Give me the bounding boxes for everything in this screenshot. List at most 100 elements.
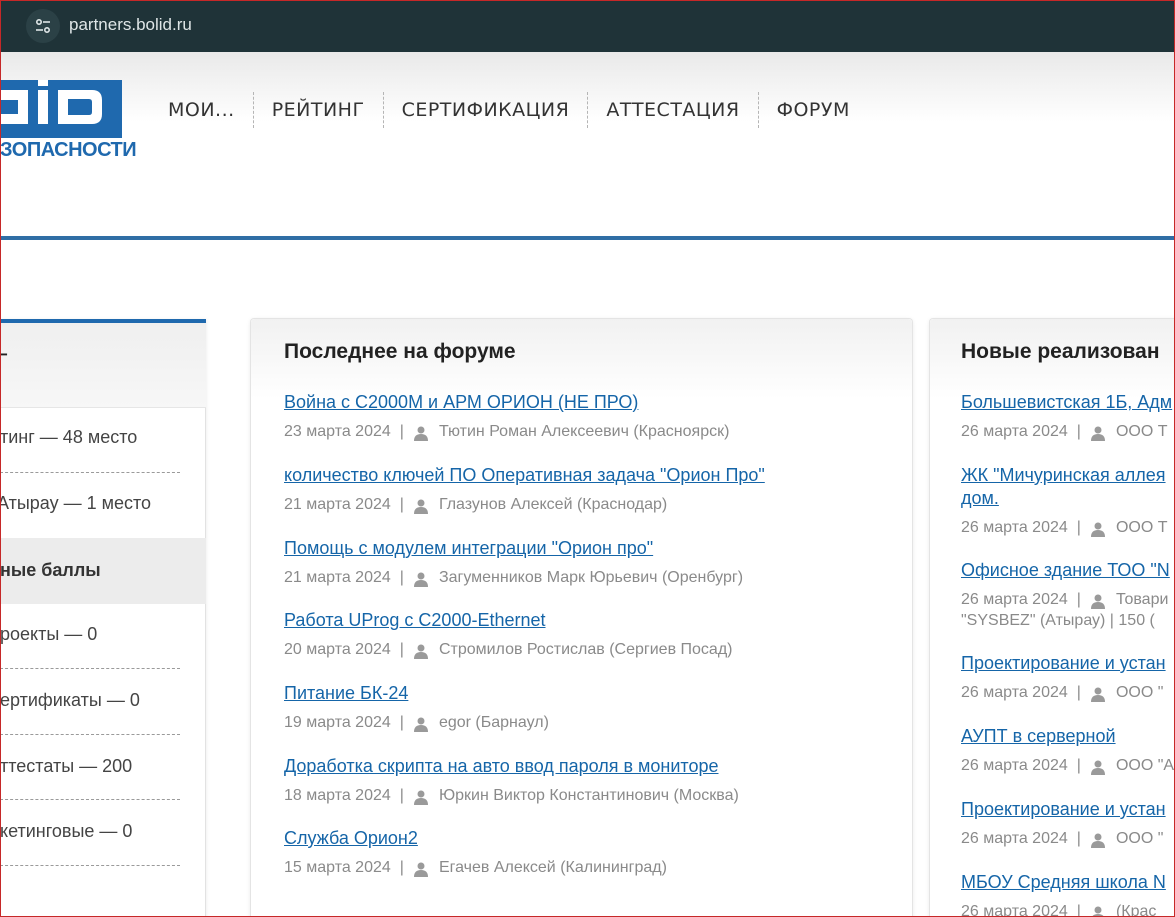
project-link[interactable]: АУПТ в серверной	[961, 725, 1174, 748]
project-item: ЖК "Мичуринская аллея дом. 26 марта 2024…	[961, 464, 1168, 537]
url-field[interactable]: partners.bolid.ru	[69, 15, 192, 35]
project-author: ООО Т	[1115, 423, 1168, 440]
project-author: ООО "	[1115, 830, 1164, 847]
rating-panel: Г тинг — 48 место Атырау — 1 место ные б…	[0, 319, 206, 917]
logo-mark	[0, 80, 102, 124]
post-date: 26 марта 2024	[961, 684, 1068, 701]
project-link[interactable]: ЖК "Мичуринская аллея	[961, 464, 1168, 487]
panel-header: Г	[0, 323, 206, 408]
project-item: АУПТ в серверной 26 марта 2024 | ООО "А	[961, 725, 1175, 775]
points-row: ертификаты — 0	[0, 690, 140, 710]
post-author: Загуменников Марк Юрьевич (Оренбург)	[438, 569, 744, 586]
user-icon	[1090, 594, 1105, 609]
project-item: Проектирование и устан 26 марта 2024 | О…	[961, 798, 1166, 848]
project-link[interactable]: Проектирование и устан	[961, 652, 1166, 675]
forum-item: Питание БК-24 19 марта 2024 | egor (Барн…	[284, 682, 549, 732]
forum-topic-link[interactable]: Питание БК-24	[284, 682, 549, 705]
project-author: (Крас	[1115, 903, 1157, 917]
site-header	[0, 52, 1175, 238]
points-row: кетинговые — 0	[0, 821, 133, 841]
logo-tagline: ЗОПАСНОСТИ	[0, 139, 137, 161]
user-icon	[1091, 906, 1105, 917]
post-author: Егачев Алексей (Калининград)	[438, 859, 667, 876]
user-icon	[413, 790, 428, 805]
user-icon	[1090, 426, 1105, 441]
user-icon	[413, 717, 428, 732]
implemented-title: Новые реализован	[961, 340, 1160, 363]
project-author: ООО Т	[1115, 519, 1168, 536]
post-author: Глазунов Алексей (Краснодар)	[438, 496, 668, 513]
site-info-button[interactable]	[26, 9, 60, 43]
forum-topic-link[interactable]: Доработка скрипта на авто ввод пароля в …	[284, 755, 739, 778]
post-date: 26 марта 2024	[961, 903, 1068, 917]
forum-topic-link[interactable]: Служба Орион2	[284, 827, 667, 850]
forum-topic-link[interactable]: Война с С2000М и АРМ ОРИОН (НЕ ПРО)	[284, 391, 729, 414]
row-divider	[0, 472, 180, 473]
logo[interactable]	[0, 80, 122, 138]
project-link[interactable]: МБОУ Средняя школа N	[961, 871, 1166, 894]
forum-item: количество ключей ПО Оперативная задача …	[284, 464, 765, 514]
post-date: 26 марта 2024	[961, 830, 1068, 847]
post-date: 19 марта 2024	[284, 714, 391, 731]
user-icon	[413, 499, 428, 514]
post-date: 26 марта 2024	[961, 423, 1068, 440]
points-section-header: ные баллы	[0, 538, 206, 604]
post-author: Стромилов Ростислав (Сергиев Посад)	[438, 641, 733, 658]
row-divider	[0, 799, 180, 800]
card-header: Новые реализован	[930, 319, 1175, 399]
project-link[interactable]: Большевистская 1Б, Адм	[961, 391, 1172, 414]
forum-card: Последнее на форуме Война с С2000М и АРМ…	[250, 318, 913, 917]
user-icon	[1090, 687, 1105, 702]
forum-item: Помощь с модулем интеграции "Орион про" …	[284, 537, 744, 587]
post-date: 26 марта 2024	[961, 757, 1068, 774]
post-author: Юркин Виктор Константинович (Москва)	[438, 787, 739, 804]
user-icon	[1090, 760, 1105, 775]
user-icon	[1090, 833, 1105, 848]
project-author: ООО "А	[1115, 757, 1175, 774]
user-icon	[1090, 522, 1105, 537]
nav-attestation[interactable]: АТТЕСТАЦИЯ	[587, 92, 757, 128]
project-link-cont[interactable]: дом.	[961, 487, 1168, 510]
nav-forum[interactable]: ФОРУМ	[757, 92, 868, 128]
project-link[interactable]: Офисное здание ТОО "N	[961, 559, 1170, 582]
project-author: Товари	[1115, 591, 1169, 608]
nav-certification[interactable]: СЕРТИФИКАЦИЯ	[382, 92, 588, 128]
nav-my[interactable]: МОИ...	[150, 92, 253, 128]
nav-rating[interactable]: РЕЙТИНГ	[252, 92, 383, 128]
row-divider	[0, 734, 180, 735]
forum-topic-link[interactable]: Помощь с модулем интеграции "Орион про"	[284, 537, 743, 560]
points-row: роекты — 0	[0, 624, 98, 644]
post-author: Тютин Роман Алексеевич (Красноярск)	[438, 423, 730, 440]
post-date: 26 марта 2024	[961, 519, 1068, 536]
points-section-title: ные баллы	[0, 560, 101, 580]
user-icon	[413, 862, 428, 877]
user-icon	[413, 572, 428, 587]
post-date: 26 марта 2024	[961, 591, 1068, 608]
rating-row: тинг — 48 место	[0, 427, 138, 447]
post-date: 23 марта 2024	[284, 423, 391, 440]
post-date: 20 марта 2024	[284, 641, 391, 658]
rating-row: Атырау — 1 место	[0, 493, 152, 513]
post-date: 21 марта 2024	[284, 569, 391, 586]
project-author-cont: "SYSBEZ" (Атырау) | 150 (	[961, 612, 1155, 629]
post-author: egor (Барнаул)	[438, 714, 549, 731]
post-date: 21 марта 2024	[284, 496, 391, 513]
forum-title: Последнее на форуме	[284, 340, 516, 363]
browser-address-bar: partners.bolid.ru	[0, 0, 1175, 52]
post-date: 15 марта 2024	[284, 859, 391, 876]
project-item: Проектирование и устан 26 марта 2024 | О…	[961, 652, 1166, 702]
forum-item: Служба Орион2 15 марта 2024 | Егачев Але…	[284, 827, 667, 877]
points-row: ттестаты — 200	[0, 756, 133, 776]
project-item: МБОУ Средняя школа N 26 марта 2024 | (Кр…	[961, 871, 1166, 917]
forum-topic-link[interactable]: количество ключей ПО Оперативная задача …	[284, 464, 765, 487]
project-link[interactable]: Проектирование и устан	[961, 798, 1166, 821]
header-divider	[0, 236, 1175, 240]
panel-title: Г	[0, 349, 8, 377]
user-icon	[413, 426, 428, 441]
forum-topic-link[interactable]: Работа UProg с С2000-Ethernet	[284, 609, 732, 632]
post-date: 18 марта 2024	[284, 787, 391, 804]
main-nav: МОИ... РЕЙТИНГ СЕРТИФИКАЦИЯ АТТЕСТАЦИЯ Ф…	[150, 90, 868, 130]
forum-item: Доработка скрипта на авто ввод пароля в …	[284, 755, 739, 805]
forum-item: Работа UProg с С2000-Ethernet 20 марта 2…	[284, 609, 733, 659]
implemented-projects-card: Новые реализован Большевистская 1Б, Адм …	[929, 318, 1175, 917]
